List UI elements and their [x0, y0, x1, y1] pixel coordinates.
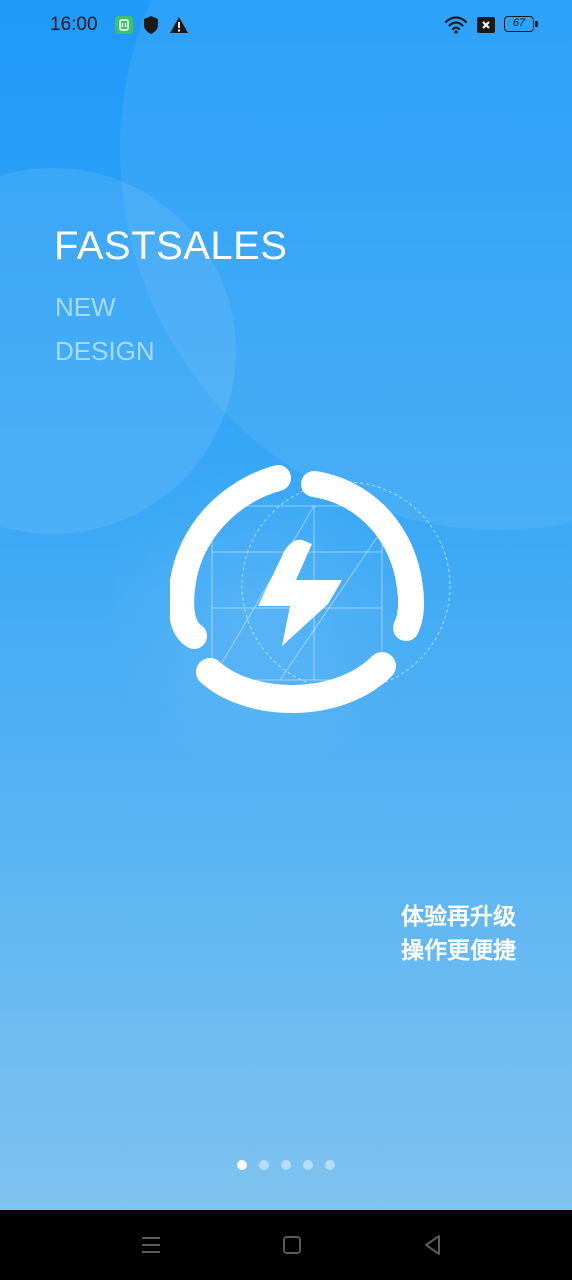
status-time: 16:00	[50, 14, 98, 35]
sim-no-signal-icon	[476, 15, 496, 35]
slogan-line-1: 体验再升级	[401, 904, 516, 930]
battery-icon: 67	[504, 16, 538, 32]
brand-subtitle-design: DESIGN	[55, 336, 155, 366]
shield-icon	[142, 15, 160, 35]
battery-level: 67	[512, 17, 526, 29]
page-dot[interactable]	[325, 1160, 335, 1170]
page-dot[interactable]	[281, 1160, 291, 1170]
lightning-logo-icon	[168, 460, 455, 720]
warning-icon	[169, 15, 189, 35]
menu-icon[interactable]	[136, 1230, 166, 1260]
navigation-bar	[0, 1210, 572, 1280]
page-dot[interactable]	[303, 1160, 313, 1170]
back-icon[interactable]	[418, 1230, 448, 1260]
page-dot[interactable]	[237, 1160, 247, 1170]
brand-subtitle-new: NEW	[55, 292, 116, 322]
status-bar: 16:00 67	[0, 0, 572, 52]
slogan: 体验再升级 操作更便捷	[401, 900, 516, 968]
page-dot[interactable]	[259, 1160, 269, 1170]
page-indicator	[0, 1160, 572, 1172]
splash-screen: 16:00 67 FASTSALES NEW DESIGN 体验再升级 操作更便…	[0, 0, 572, 1280]
app-notification-icon	[114, 15, 134, 35]
home-icon[interactable]	[277, 1230, 307, 1260]
slogan-line-2: 操作更便捷	[401, 938, 516, 964]
brand-title: FASTSALES	[54, 224, 288, 268]
wifi-icon	[444, 15, 468, 35]
